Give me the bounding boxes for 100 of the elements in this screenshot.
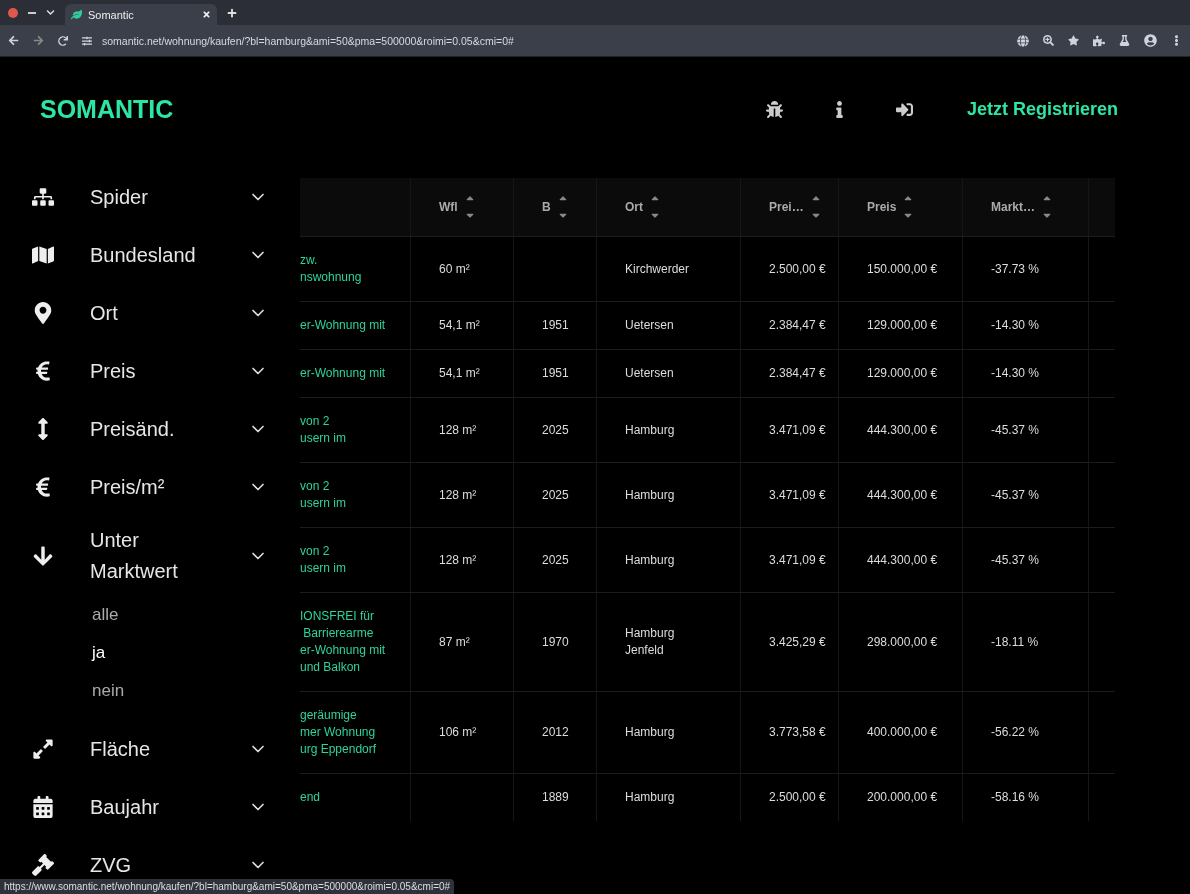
filter-option[interactable]: ja bbox=[92, 643, 106, 663]
filter-label[interactable]: Unter Marktwert bbox=[90, 525, 210, 587]
minimize-icon[interactable] bbox=[28, 11, 36, 14]
table-cell: 2025 bbox=[542, 486, 569, 504]
gavel-icon bbox=[32, 854, 54, 876]
listing-title-link[interactable]: von 2 usern im bbox=[300, 413, 346, 447]
filter-label[interactable]: Baujahr bbox=[90, 791, 159, 823]
filter-label[interactable]: ZVG bbox=[90, 849, 132, 881]
location-pin-icon bbox=[32, 302, 54, 324]
calendar-icon bbox=[32, 796, 54, 818]
status-url: https://www.somantic.net/wohnung/kaufen/?bl=hamburg&ami=50&pma=500000&roimi=0.05&cmi=0# bbox=[0, 879, 455, 894]
flask-icon[interactable] bbox=[1119, 35, 1130, 46]
table-cell: Hamburg bbox=[625, 551, 675, 569]
table-cell: 1970 bbox=[542, 633, 569, 651]
table-cell: 1889 bbox=[542, 789, 569, 806]
table-cell: 54,1 m² bbox=[439, 317, 480, 334]
bug-icon[interactable] bbox=[765, 101, 783, 118]
table-cell: 3.471,09 € bbox=[769, 421, 826, 439]
down-arrow-icon bbox=[32, 545, 54, 567]
table-cell: -18.11 % bbox=[991, 633, 1039, 651]
filter-label[interactable]: Ort bbox=[90, 297, 118, 329]
column-header[interactable]: Markt… bbox=[991, 200, 1035, 214]
column-header[interactable]: Prei… bbox=[769, 200, 804, 214]
filter-label[interactable]: Preis/m² bbox=[90, 471, 165, 503]
bookmark-star-icon[interactable] bbox=[1068, 35, 1079, 46]
listing-title-link[interactable]: IONSFREI für Barrierearme er-Wohnung mit und Balkon bbox=[300, 608, 386, 676]
address-field[interactable]: somantic.net/wohnung/kaufen/?bl=hamburg&ami=50&pma=500000&roimi=0.05&cmi=0# bbox=[102, 34, 514, 47]
table-cell: 150.000,00 € bbox=[867, 260, 938, 278]
table-cell: Hamburg bbox=[625, 789, 675, 806]
table-cell: -58.16 % bbox=[991, 789, 1040, 806]
logo[interactable]: SOMANTIC bbox=[40, 95, 766, 124]
table-cell: Uetersen bbox=[625, 365, 674, 382]
table-cell: 400.000,00 € bbox=[867, 724, 938, 741]
map-icon bbox=[32, 244, 54, 266]
table-cell: 2025 bbox=[542, 421, 569, 439]
table-cell: 298.000,00 € bbox=[867, 633, 938, 651]
column-header[interactable]: B bbox=[542, 200, 551, 214]
table-cell: -45.37 % bbox=[991, 486, 1040, 504]
table-cell: -56.22 % bbox=[991, 724, 1040, 741]
table-cell: 3.773,58 € bbox=[769, 724, 826, 741]
extensions-icon[interactable] bbox=[1093, 34, 1105, 47]
table-cell: 128 m² bbox=[439, 421, 477, 439]
sign-in-icon[interactable] bbox=[895, 101, 913, 118]
table-cell: 3.471,09 € bbox=[769, 551, 826, 569]
table-cell: -14.30 % bbox=[991, 365, 1040, 382]
listing-title-link[interactable]: von 2 usern im bbox=[300, 543, 346, 577]
table-cell: Hamburg bbox=[625, 724, 675, 741]
column-header[interactable]: Preis bbox=[867, 200, 897, 214]
close-window-icon[interactable] bbox=[8, 7, 18, 18]
listing-title-link[interactable]: geräumige mer Wohnung urg Eppendorf bbox=[300, 707, 377, 758]
table-cell: 444.300,00 € bbox=[867, 551, 938, 569]
table-cell: 2.384,47 € bbox=[769, 317, 826, 334]
table-cell: 54,1 m² bbox=[439, 365, 480, 382]
table-cell: Uetersen bbox=[625, 317, 674, 334]
table-cell: 1951 bbox=[542, 365, 569, 382]
table-cell: 444.300,00 € bbox=[867, 486, 938, 504]
table-cell: 3.471,09 € bbox=[769, 486, 826, 504]
table-cell: 60 m² bbox=[439, 260, 470, 278]
column-header[interactable]: Wfl bbox=[439, 200, 458, 214]
site-settings-icon[interactable] bbox=[82, 35, 92, 46]
table-cell: 129.000,00 € bbox=[867, 365, 938, 382]
filter-label[interactable]: Preis bbox=[90, 355, 136, 387]
reload-icon[interactable] bbox=[58, 35, 68, 46]
listing-title-link[interactable]: von 2 usern im bbox=[300, 478, 346, 512]
table-cell: -45.37 % bbox=[991, 551, 1040, 569]
filter-option[interactable]: alle bbox=[92, 605, 119, 625]
forward-icon[interactable] bbox=[33, 35, 44, 46]
site-icon bbox=[71, 9, 82, 20]
filter-label[interactable]: Bundesland bbox=[90, 239, 196, 271]
filter-label[interactable]: Preisänd. bbox=[90, 413, 175, 445]
tab-list-icon[interactable] bbox=[46, 8, 55, 17]
table-cell: 1951 bbox=[542, 317, 569, 334]
expand-icon bbox=[32, 738, 54, 760]
table-cell: -45.37 % bbox=[991, 421, 1040, 439]
listing-title-link[interactable]: zw. nswohnung bbox=[300, 252, 362, 286]
zoom-icon[interactable] bbox=[1043, 35, 1054, 46]
back-icon[interactable] bbox=[8, 35, 19, 46]
table-cell: 2012 bbox=[542, 724, 569, 741]
table-cell: 128 m² bbox=[439, 486, 477, 504]
new-tab-icon[interactable] bbox=[227, 7, 237, 18]
profile-icon[interactable] bbox=[1144, 34, 1157, 47]
translate-icon[interactable] bbox=[1017, 34, 1029, 47]
filter-option[interactable]: nein bbox=[92, 681, 125, 701]
filter-label[interactable]: Fläche bbox=[90, 733, 151, 765]
register-link[interactable]: Jetzt Registrieren bbox=[966, 99, 1118, 120]
table-cell: 200.000,00 € bbox=[867, 789, 938, 806]
listing-title-link[interactable]: end bbox=[300, 789, 321, 806]
column-header[interactable]: Ort bbox=[625, 200, 643, 214]
table-cell: 87 m² bbox=[439, 633, 470, 651]
close-icon[interactable] bbox=[202, 10, 211, 19]
sort-icon[interactable] bbox=[649, 195, 661, 219]
listing-title-link[interactable]: er-Wohnung mit bbox=[300, 317, 386, 334]
table-cell: 2025 bbox=[542, 551, 569, 569]
table-cell: Kirchwerder bbox=[625, 260, 690, 278]
listing-title-link[interactable]: er-Wohnung mit bbox=[300, 365, 386, 382]
filter-label[interactable]: Spider bbox=[90, 181, 148, 213]
table-cell: 2.500,00 € bbox=[769, 789, 826, 806]
table-cell: -14.30 % bbox=[991, 317, 1040, 334]
sort-icon[interactable] bbox=[1041, 195, 1053, 219]
browser-tab[interactable]: Somantic bbox=[65, 4, 217, 25]
